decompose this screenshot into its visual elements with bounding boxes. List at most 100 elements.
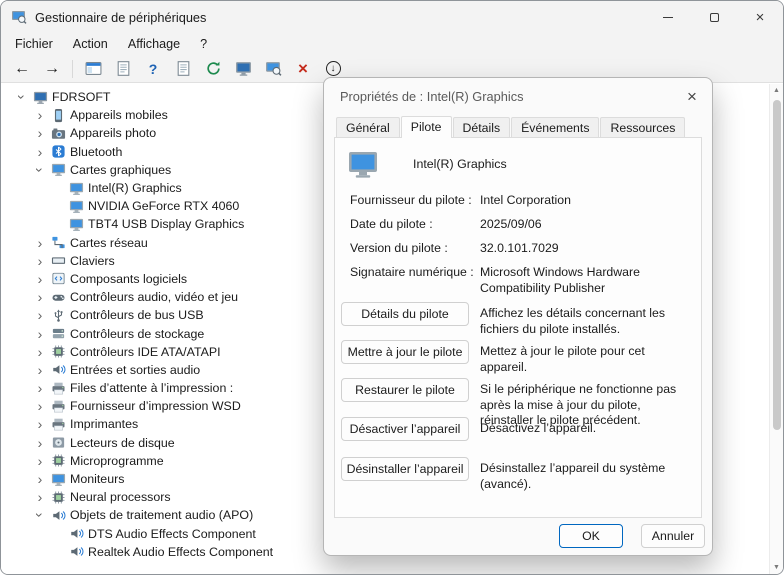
display-adapter-icon (69, 217, 84, 232)
tree-item-label: Neural processors (70, 490, 171, 504)
chevron-right-icon[interactable]: › (33, 345, 47, 359)
menu-action[interactable]: Action (63, 34, 118, 54)
uninstall-device-button[interactable]: × (290, 57, 316, 81)
uninstall-device-button[interactable]: Désinstaller l’appareil (341, 457, 469, 481)
dialog-titlebar: Propriétés de : Intel(R) Graphics × (324, 78, 712, 114)
chevron-right-icon[interactable]: › (33, 454, 47, 468)
export-button[interactable] (170, 57, 196, 81)
device-name: Intel(R) Graphics (413, 157, 507, 171)
chevron-right-icon[interactable]: › (33, 327, 47, 341)
chevron-right-icon[interactable]: › (33, 272, 47, 286)
chevron-right-icon[interactable]: › (33, 254, 47, 268)
forward-button[interactable]: → (39, 57, 65, 81)
field-label: Signataire numérique : (350, 265, 480, 281)
tree-item-label: Microprogramme (70, 454, 164, 468)
vertical-scrollbar[interactable]: ▲ ▼ (769, 84, 783, 574)
audio-io-icon (51, 362, 66, 377)
tree-item-label: Bluetooth (70, 145, 122, 159)
menu-fichier[interactable]: Fichier (5, 34, 63, 54)
chevron-right-icon[interactable]: › (33, 236, 47, 250)
properties-button[interactable] (110, 57, 136, 81)
tree-item-label: Intel(R) Graphics (88, 181, 182, 195)
device-manager-icon (11, 9, 27, 25)
chevron-right-icon[interactable]: › (33, 290, 47, 304)
maximize-button[interactable] (691, 1, 737, 33)
help-button[interactable]: ? (140, 57, 166, 81)
tree-item-label: Fournisseur d’impression WSD (70, 399, 241, 413)
chevron-down-icon[interactable]: › (33, 508, 47, 522)
close-icon: × (687, 88, 697, 105)
tab-details[interactable]: Détails (453, 117, 511, 137)
ok-button[interactable]: OK (559, 524, 623, 548)
refresh-button[interactable] (200, 57, 226, 81)
chevron-right-icon[interactable]: › (33, 126, 47, 140)
scroll-up-icon[interactable]: ▲ (770, 87, 783, 94)
storage-controller-icon (51, 326, 66, 341)
field-value: Microsoft Windows Hardware Compatibility… (480, 265, 693, 296)
disk-drive-icon (51, 435, 66, 450)
scan-hardware-icon (265, 60, 282, 77)
tab-evenements[interactable]: Événements (511, 117, 599, 137)
field-row: Version du pilote : 32.0.101.7029 (350, 241, 693, 265)
minimize-button[interactable] (645, 1, 691, 33)
menu-affichage[interactable]: Affichage (118, 34, 190, 54)
keyboard-icon (51, 253, 66, 268)
chevron-right-icon[interactable]: › (33, 108, 47, 122)
roll-back-driver-button[interactable]: Restaurer le pilote (341, 378, 469, 402)
chevron-right-icon[interactable]: › (33, 381, 47, 395)
chevron-down-icon[interactable]: › (33, 163, 47, 177)
chevron-right-icon[interactable]: › (33, 417, 47, 431)
computer-icon (235, 60, 252, 77)
tree-item-label: DTS Audio Effects Component (88, 527, 256, 541)
update-driver-button[interactable]: Mettre à jour le pilote (341, 340, 469, 364)
tree-item-label: Contrôleurs IDE ATA/ATAPI (70, 345, 221, 359)
dialog-close-button[interactable]: × (672, 81, 712, 111)
field-row: Signataire numérique : Microsoft Windows… (350, 265, 693, 296)
ide-controller-icon (51, 344, 66, 359)
close-button[interactable]: × (737, 1, 783, 33)
back-button[interactable]: ← (9, 57, 35, 81)
tab-page-pilote: Intel(R) Graphics Fournisseur du pilote … (334, 137, 702, 518)
chevron-right-icon[interactable]: › (33, 145, 47, 159)
tree-item-label: FDRSOFT (52, 90, 111, 104)
console-tree-button[interactable] (80, 57, 106, 81)
tree-item-label: Contrôleurs audio, vidéo et jeu (70, 290, 238, 304)
printer-icon (51, 399, 66, 414)
cancel-button[interactable]: Annuler (641, 524, 705, 548)
chevron-right-icon[interactable]: › (33, 399, 47, 413)
driver-actions: Détails du pilote Affichez les détails c… (341, 302, 695, 502)
refresh-icon (205, 60, 222, 77)
npu-icon (51, 490, 66, 505)
chevron-right-icon[interactable]: › (33, 436, 47, 450)
minimize-icon (663, 17, 673, 18)
scroll-down-icon[interactable]: ▼ (770, 564, 783, 571)
print-queue-icon (51, 381, 66, 396)
chevron-right-icon[interactable]: › (33, 490, 47, 504)
tree-item-label: Cartes graphiques (70, 163, 171, 177)
action-row: Mettre à jour le pilote Mettez à jour le… (341, 340, 695, 375)
device-manager-window: Gestionnaire de périphériques × Fichier … (0, 0, 784, 575)
display-adapter-icon (69, 181, 84, 196)
tab-general[interactable]: Général (336, 117, 400, 137)
chevron-right-icon[interactable]: › (33, 472, 47, 486)
tree-item-label: Entrées et sorties audio (70, 363, 200, 377)
monitor-icon (51, 472, 66, 487)
computer-icon (33, 90, 48, 105)
disable-device-button[interactable]: Désactiver l’appareil (341, 417, 469, 441)
chevron-down-icon[interactable]: › (15, 90, 29, 104)
tree-item-label: Claviers (70, 254, 115, 268)
chevron-right-icon[interactable]: › (33, 308, 47, 322)
display-adapter-icon (51, 162, 66, 177)
computer-button[interactable] (230, 57, 256, 81)
network-adapter-icon (51, 235, 66, 250)
scrollbar-thumb[interactable] (773, 100, 781, 430)
tab-ressources[interactable]: Ressources (600, 117, 685, 137)
driver-details-button[interactable]: Détails du pilote (341, 302, 469, 326)
tree-item-label: Objets de traitement audio (APO) (70, 508, 253, 522)
menu-bar: Fichier Action Affichage ? (1, 33, 783, 55)
software-component-icon (51, 271, 66, 286)
chevron-right-icon[interactable]: › (33, 363, 47, 377)
scan-hardware-button[interactable] (260, 57, 286, 81)
menu-help[interactable]: ? (190, 34, 217, 54)
tab-pilote[interactable]: Pilote (401, 116, 452, 138)
